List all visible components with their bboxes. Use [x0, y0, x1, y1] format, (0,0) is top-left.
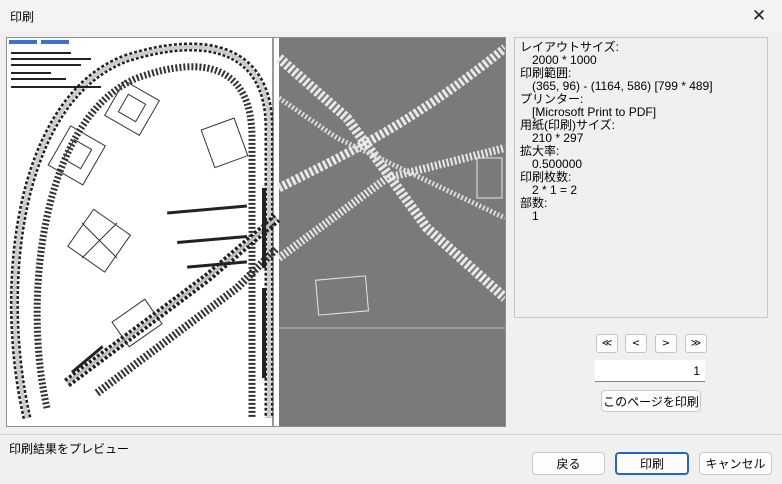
- print-preview: [6, 37, 506, 427]
- last-page-button[interactable]: ≫: [685, 334, 707, 353]
- window-title: 印刷: [10, 10, 35, 24]
- close-icon[interactable]: ✕: [736, 0, 782, 32]
- back-button[interactable]: 戻る: [532, 452, 605, 475]
- copies-value: 1: [532, 209, 539, 223]
- layout-drawing: [7, 38, 505, 426]
- print-info-panel: レイアウトサイズ: 2000 * 1000 印刷範囲: (365, 96) - …: [514, 37, 768, 318]
- cancel-button[interactable]: キャンセル: [699, 452, 772, 475]
- divider: [0, 434, 782, 435]
- next-page-button[interactable]: >: [655, 334, 677, 353]
- first-page-button[interactable]: ≪: [596, 334, 618, 353]
- title-bar: 印刷 ✕: [0, 0, 782, 32]
- prev-page-button[interactable]: <: [625, 334, 647, 353]
- status-text: 印刷結果をプレビュー: [9, 442, 130, 456]
- print-button[interactable]: 印刷: [615, 452, 689, 475]
- print-this-page-button[interactable]: このページを印刷: [601, 390, 701, 412]
- page-number-input[interactable]: [595, 360, 705, 382]
